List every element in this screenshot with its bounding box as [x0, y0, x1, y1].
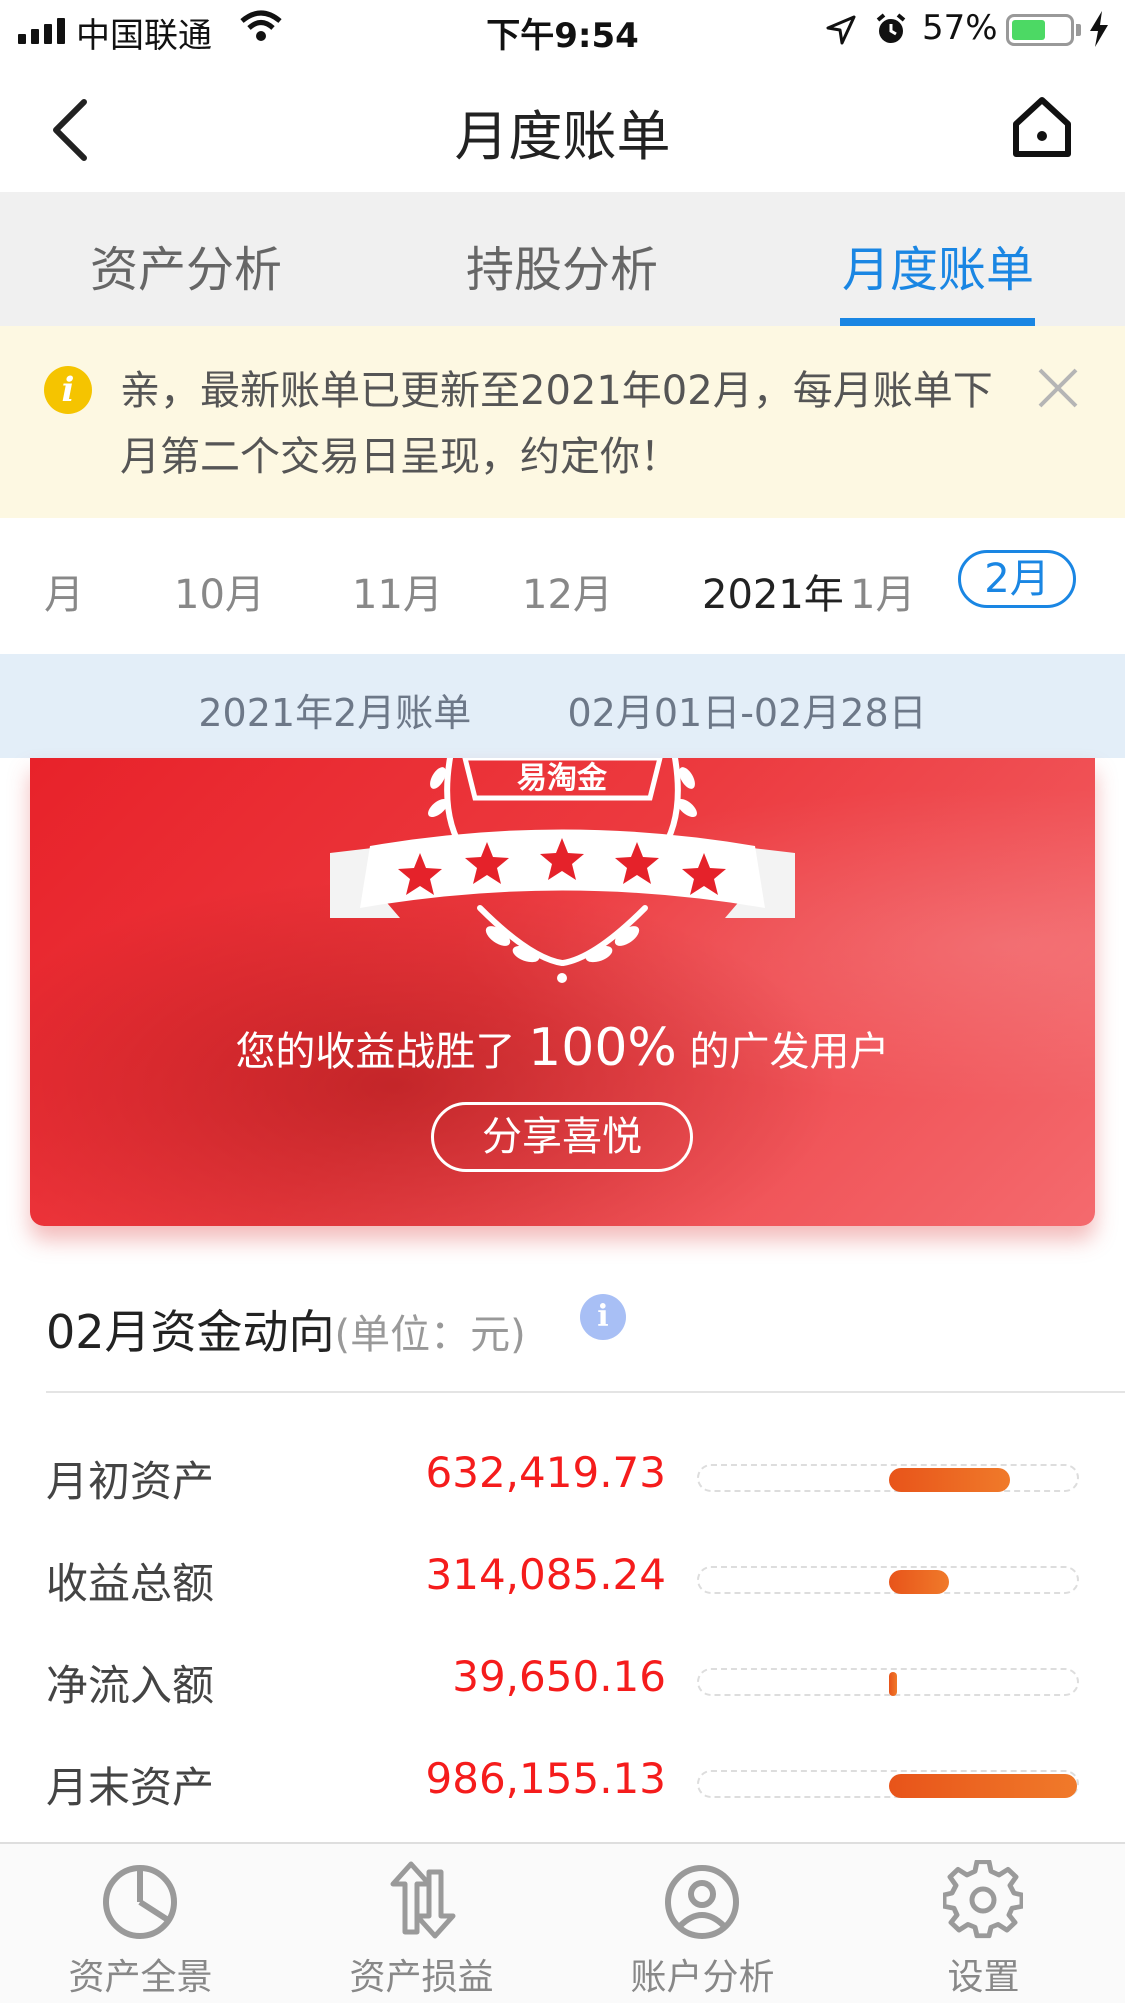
tabbar-label: 资产全景	[68, 1957, 213, 1998]
fund-flow-value: 632,419.73	[425, 1448, 666, 1497]
fund-flow-value: 986,155.13	[425, 1754, 666, 1803]
fund-flow-title: 02月资金动向(单位：元)	[46, 1296, 526, 1362]
fund-flow-bar	[889, 1468, 1010, 1492]
bill-range: 02月01日-02月28日	[567, 691, 927, 735]
bottom-tab-bar: 资产全景 资产损益 账户分析 设置	[0, 1842, 1125, 2003]
month-item[interactable]: 11月	[352, 562, 443, 620]
headline-prefix: 您的收益战胜了	[235, 1029, 516, 1075]
charging-bolt-icon	[1088, 10, 1110, 57]
month-item[interactable]: 10月	[174, 562, 265, 620]
home-icon	[1013, 97, 1071, 157]
fund-flow-heading: 02月资金动向	[46, 1305, 335, 1359]
home-button[interactable]	[1012, 96, 1072, 162]
fund-flow-label: 收益总额	[46, 1559, 215, 1608]
close-button[interactable]	[1036, 366, 1080, 414]
tab-asset-analysis[interactable]: 资产分析	[36, 230, 336, 300]
divider	[46, 1391, 1125, 1393]
fund-flow-bar-track	[697, 1770, 1079, 1798]
month-selector: 月 10月 11月 12月 2021年 1月 2月	[0, 518, 1125, 654]
tabbar-label: 资产损益	[349, 1957, 494, 1998]
active-tab-indicator	[840, 318, 1035, 326]
share-button[interactable]: 分享喜悦	[431, 1102, 693, 1172]
tab-holding-analysis[interactable]: 持股分析	[412, 230, 712, 300]
battery-cap	[1076, 24, 1081, 36]
tabbar-item-account-analysis[interactable]: 账户分析	[562, 1844, 843, 2003]
fund-flow-unit: (单位：元)	[334, 1312, 526, 1358]
fund-flow-bar-track	[697, 1668, 1079, 1696]
close-icon	[1038, 368, 1078, 408]
location-arrow-icon	[826, 14, 856, 54]
up-down-arrows-icon	[390, 1861, 456, 1939]
info-icon: i	[44, 366, 92, 414]
user-icon	[665, 1865, 739, 1939]
bill-title: 2021年2月账单	[198, 691, 472, 735]
fund-flow-label: 月末资产	[46, 1763, 215, 1812]
fund-flow-bar	[889, 1672, 897, 1696]
tab-monthly-bill[interactable]: 月度账单	[788, 230, 1088, 300]
section-tabs: 资产分析 持股分析 月度账单	[0, 192, 1125, 326]
tabbar-item-settings[interactable]: 设置	[843, 1844, 1124, 2003]
battery-icon	[1006, 14, 1074, 46]
headline-suffix: 的广发用户	[689, 1029, 890, 1075]
brand-logo: 易淘金	[517, 761, 608, 796]
info-icon[interactable]: i	[580, 1294, 626, 1340]
achievement-banner: 易淘金 您的收益战胜了 100% 的广发用户 分享喜悦	[30, 758, 1095, 1226]
page-title: 月度账单	[454, 105, 671, 168]
month-item-selected[interactable]: 2月	[958, 550, 1076, 608]
headline-percent: 100%	[528, 1018, 677, 1078]
fund-flow-label: 净流入额	[46, 1661, 215, 1710]
notice-banner: i 亲，最新账单已更新至2021年02月，每月账单下月第二个交易日呈现，约定你！	[0, 326, 1125, 519]
pie-chart-icon	[103, 1865, 177, 1939]
fund-flow-value: 314,085.24	[425, 1550, 666, 1599]
fund-flow-bar-track	[697, 1566, 1079, 1594]
bill-period-bar: 2021年2月账单 02月01日-02月28日	[0, 654, 1125, 758]
tabbar-label: 账户分析	[630, 1957, 775, 1998]
battery-percent: 57%	[922, 8, 998, 48]
tabbar-item-asset-overview[interactable]: 资产全景	[0, 1844, 281, 2003]
fund-flow-bar-track	[697, 1464, 1079, 1492]
beat-users-text: 您的收益战胜了 100% 的广发用户	[30, 1018, 1095, 1078]
fund-flow-bar	[889, 1570, 949, 1594]
fund-flow-bar	[889, 1774, 1077, 1798]
month-item[interactable]: 1月	[850, 562, 915, 620]
status-bar: 中国联通 下午9:54 57%	[0, 0, 1125, 62]
tabbar-item-asset-pnl[interactable]: 资产损益	[281, 1844, 562, 2003]
year-label: 2021年	[702, 572, 844, 618]
month-item[interactable]: 12月	[522, 562, 613, 620]
nav-bar: 月度账单	[0, 62, 1125, 192]
gear-icon	[943, 1860, 1023, 1939]
notice-text: 亲，最新账单已更新至2021年02月，每月账单下月第二个交易日呈现，约定你！	[120, 368, 993, 480]
month-item[interactable]: 月	[44, 562, 84, 620]
fund-flow-label: 月初资产	[46, 1457, 215, 1506]
fund-flow-value: 39,650.16	[452, 1652, 666, 1701]
tabbar-label: 设置	[947, 1957, 1020, 1998]
alarm-icon	[874, 12, 908, 55]
rating-emblem: 易淘金	[330, 758, 795, 992]
